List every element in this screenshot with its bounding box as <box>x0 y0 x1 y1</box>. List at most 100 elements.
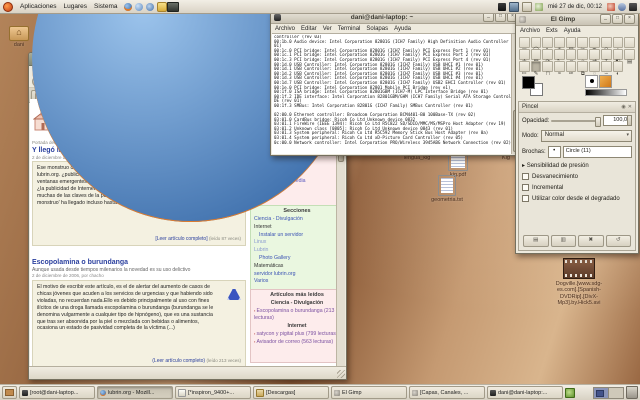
option-checkbox[interactable]: Incremental <box>519 182 635 193</box>
section-link[interactable]: Varios <box>254 278 340 286</box>
panel-menu[interactable]: Aplicaciones <box>20 3 57 10</box>
workspace-switcher[interactable] <box>593 387 624 399</box>
section-link[interactable]: Lubrin <box>254 247 340 255</box>
menu-item[interactable]: Ver <box>323 26 332 32</box>
shear-tool[interactable]: ▱ <box>566 49 577 60</box>
eraser-tool[interactable]: ◻ <box>542 61 553 72</box>
firefox-launcher-icon[interactable] <box>124 3 132 11</box>
globe-launcher-icon[interactable] <box>146 3 154 11</box>
airbrush-tool[interactable]: ≈ <box>554 61 565 72</box>
ink-tool[interactable]: ✑ <box>566 61 577 72</box>
brush-name[interactable]: Circle (11) <box>563 146 632 158</box>
top-article-link[interactable]: Internet <box>254 323 340 330</box>
option-checkbox[interactable]: Desvanecimiento <box>519 171 635 182</box>
dock-menu-icon[interactable]: ◉ <box>621 104 625 110</box>
select-by-color-tool[interactable]: ▧ <box>566 37 577 48</box>
delete-options-button[interactable]: ✖ <box>578 235 604 247</box>
panel-menu[interactable]: Sistema <box>94 3 117 10</box>
fg-bg-swatches[interactable] <box>521 76 547 94</box>
mode-dropdown[interactable]: Normal <box>541 130 632 142</box>
menu-item[interactable]: Ayuda <box>394 26 411 32</box>
section-link[interactable]: Linux <box>254 239 340 247</box>
smudge-tool[interactable]: ∽ <box>601 61 612 72</box>
mail-tray-icon[interactable] <box>522 2 532 12</box>
rect-select-tool[interactable]: ▭ <box>519 37 530 48</box>
rotate-tool[interactable]: ⟳ <box>542 49 553 60</box>
move-tool[interactable]: ✛ <box>519 49 530 60</box>
screen-applet-icon[interactable] <box>167 2 179 12</box>
brush-indicator[interactable] <box>585 75 598 88</box>
menu-item[interactable]: Solapas <box>366 26 388 32</box>
gimp-titlebar[interactable]: El Gimp _ □ × <box>516 13 638 26</box>
reset-options-button[interactable]: ↺ <box>606 235 632 247</box>
menu-item[interactable]: Ayuda <box>564 28 581 34</box>
opacity-spinbox[interactable]: 100,0 <box>603 115 632 126</box>
zoom-tool[interactable]: ⌖ <box>613 37 624 48</box>
paths-tool[interactable]: ✒ <box>589 37 600 48</box>
top-article-link[interactable]: Ciencia - Divulgación <box>254 300 340 307</box>
bucket-fill-tool[interactable]: ◧ <box>613 49 624 60</box>
help-launcher-icon[interactable] <box>135 3 143 11</box>
workspace-1[interactable] <box>594 388 608 398</box>
clone-tool[interactable]: ⧉ <box>577 61 588 72</box>
desktop-icon-geometria-txt[interactable]: geometria.txt <box>424 175 470 203</box>
save-options-button[interactable]: ▤ <box>523 235 549 247</box>
taskbar-item[interactable]: [*inspiron_9400+... <box>175 386 251 399</box>
text-tool[interactable]: T <box>601 49 612 60</box>
taskbar-item[interactable]: [Descargas] <box>253 386 329 399</box>
minimize-button[interactable]: _ <box>600 14 611 24</box>
update-tray-icon[interactable] <box>535 3 543 11</box>
section-link[interactable]: Instalar un servidor <box>254 232 340 240</box>
brush-preview-button[interactable]: • <box>548 146 561 158</box>
read-more-link[interactable]: [Leer artículo completo] <box>155 236 207 242</box>
read-more-link[interactable]: (Leer artículo completo) <box>152 358 205 364</box>
section-link[interactable]: Ciencia - Divulgación <box>254 216 340 224</box>
measure-tool[interactable]: ↔ <box>624 37 635 48</box>
paintbrush-tool[interactable]: ✎ <box>531 61 542 72</box>
applet-icon[interactable] <box>565 388 575 398</box>
power-icon[interactable] <box>629 3 637 11</box>
scissors-select-tool[interactable]: ✂ <box>577 37 588 48</box>
color-picker-tool[interactable]: ⊙ <box>601 37 612 48</box>
desktop-icon-dogville-avi[interactable]: Dogville.[www.sdg-es.com].[Spanish-DVDRi… <box>547 258 611 307</box>
notes-launcher-icon[interactable] <box>157 2 167 12</box>
show-desktop-button[interactable] <box>2 386 17 399</box>
taskbar-item[interactable]: lubrin.org - Mozill... <box>97 386 173 399</box>
top-article-link[interactable]: satycon y pigital plus (799 lecturas) <box>254 331 340 338</box>
article-title[interactable]: Escopolamina o burundanga <box>32 259 128 266</box>
dock-close-icon[interactable]: ✕ <box>628 104 632 110</box>
opacity-slider[interactable] <box>551 120 601 122</box>
taskbar-item[interactable]: El Gimp <box>331 386 407 399</box>
blend-tool[interactable]: ▤ <box>624 49 635 60</box>
volume-icon[interactable] <box>607 3 615 11</box>
fuzzy-select-tool[interactable]: ✳ <box>554 37 565 48</box>
pattern-indicator[interactable] <box>599 75 612 88</box>
flip-tool[interactable]: ⇄ <box>589 49 600 60</box>
session-icon[interactable] <box>618 3 626 11</box>
foreground-color-swatch[interactable] <box>522 76 535 89</box>
display-tray-icon[interactable] <box>498 3 506 11</box>
pressure-expander[interactable]: ▸ Sensibilidad de presión <box>519 160 635 171</box>
taskbar-item[interactable]: dani@dani-laptop:... <box>487 386 563 399</box>
menu-item[interactable]: Editar <box>301 26 317 32</box>
free-select-tool[interactable]: ∿ <box>542 37 553 48</box>
section-link[interactable]: Matemáticas <box>254 263 340 271</box>
top-article-link[interactable]: Escopolamina o burundanga (213 lecturas) <box>254 308 340 322</box>
maximize-button[interactable]: □ <box>612 14 623 24</box>
menu-item[interactable]: Terminal <box>338 26 361 32</box>
menu-item[interactable]: Exts <box>546 28 558 34</box>
section-link[interactable]: Internet <box>254 224 340 232</box>
section-link[interactable]: Photo Gallery <box>254 255 340 263</box>
panel-menu[interactable]: Lugares <box>64 3 88 10</box>
workspace-2[interactable] <box>608 388 623 398</box>
perspective-tool[interactable]: ◇ <box>577 49 588 60</box>
taskbar-item[interactable]: [Capas, Canales, ... <box>409 386 485 399</box>
dodge-burn-tool[interactable]: ◐ <box>613 61 624 72</box>
menu-item[interactable]: Archivo <box>520 28 540 34</box>
terminal-body[interactable]: controller (rev 03)00:1b.0 Audio device:… <box>272 33 520 154</box>
scale-tool[interactable]: ⤡ <box>554 49 565 60</box>
desktop-icon-home[interactable]: ⌂ dani <box>3 26 35 48</box>
section-link[interactable]: servidor lubrin.org <box>254 271 340 279</box>
distro-logo-icon[interactable] <box>3 2 13 12</box>
taskbar-item[interactable]: [root@dani-laptop... <box>19 386 95 399</box>
